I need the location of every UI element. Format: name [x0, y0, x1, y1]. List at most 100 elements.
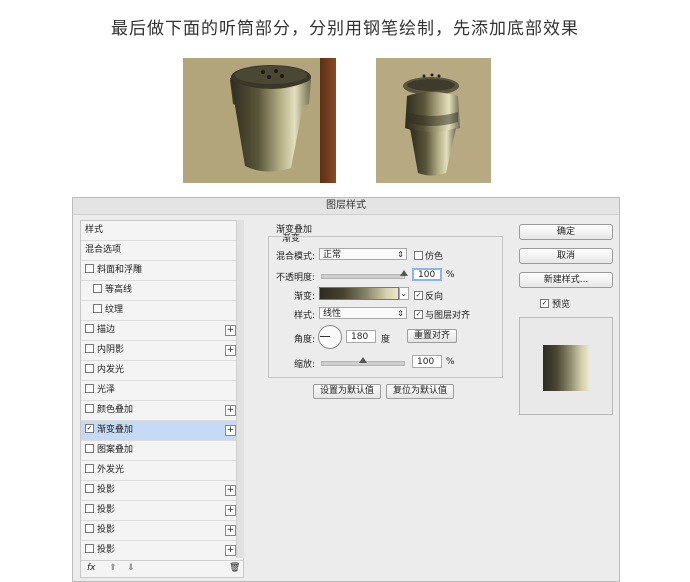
style-list-item[interactable]: 投影 + [81, 541, 243, 561]
style-list-item[interactable]: 颜色叠加 + [81, 401, 243, 421]
move-up-icon[interactable]: ⬆ [109, 563, 117, 573]
style-list-item[interactable]: 纹理 [81, 301, 243, 321]
gradient-overlay-panel: 渐变叠加 渐变 混合模式: 正常 ⇕ 仿色 不透明度: 100 % 渐变: ⌄ … [268, 219, 508, 379]
trash-icon[interactable]: 🗑 [229, 563, 240, 573]
gradient-swatch[interactable] [319, 287, 399, 300]
style-list-item[interactable]: 图案叠加 [81, 441, 243, 461]
scale-slider[interactable] [321, 357, 405, 366]
fx-icon[interactable]: fx [87, 563, 96, 573]
add-effect-icon[interactable]: + [225, 505, 236, 516]
add-effect-icon[interactable]: + [225, 345, 236, 356]
style-checkbox[interactable] [85, 484, 94, 493]
ok-button[interactable]: 确定 [519, 224, 613, 240]
align-with-layer-checkbox[interactable]: ✓ 与图层对齐 [414, 308, 470, 321]
gradient-label: 渐变: [293, 292, 315, 302]
style-list-item[interactable]: 内阴影 + [81, 341, 243, 361]
style-checkbox[interactable] [85, 324, 94, 333]
style-list-item[interactable]: 斜面和浮雕 [81, 261, 243, 281]
add-effect-icon[interactable]: + [225, 525, 236, 536]
style-checkbox[interactable] [93, 304, 102, 313]
align-label: 与图层对齐 [425, 311, 471, 321]
style-list-item[interactable]: 样式 [81, 221, 243, 241]
style-checkbox[interactable] [93, 284, 102, 293]
scale-label: 缩放: [293, 360, 315, 370]
opacity-input[interactable]: 100 [412, 268, 442, 281]
style-list-item[interactable]: 混合选项 [81, 241, 243, 261]
style-list-label: 纹理 [105, 305, 124, 315]
reset-alignment-button[interactable]: 重置对齐 [407, 329, 457, 343]
angle-dial-hand [320, 336, 330, 337]
style-select[interactable]: 线性 ⇕ [319, 307, 407, 319]
reset-default-button[interactable]: 复位为默认值 [386, 384, 454, 399]
align-box[interactable]: ✓ [414, 310, 423, 319]
opacity-label: 不透明度: [275, 273, 315, 283]
style-list-label: 外发光 [97, 465, 125, 475]
scale-slider-knob[interactable] [359, 357, 367, 363]
opacity-slider-knob[interactable] [400, 270, 408, 276]
style-checkbox[interactable] [85, 504, 94, 513]
add-effect-icon[interactable]: + [225, 325, 236, 336]
blend-mode-select[interactable]: 正常 ⇕ [319, 248, 407, 260]
style-list-item[interactable]: 内发光 [81, 361, 243, 381]
style-checkbox[interactable] [85, 524, 94, 533]
style-checkbox[interactable] [85, 404, 94, 413]
style-checkbox[interactable] [85, 384, 94, 393]
angle-label: 角度: [293, 335, 315, 345]
scale-input[interactable]: 100 [412, 355, 442, 368]
style-list-item[interactable]: ✓ 渐变叠加 + [81, 421, 243, 441]
style-checkbox[interactable] [85, 544, 94, 553]
style-list-label: 渐变叠加 [97, 425, 134, 435]
dither-checkbox[interactable]: 仿色 [414, 249, 443, 262]
angle-input[interactable]: 180 [346, 330, 376, 343]
style-list-scrollbar[interactable] [236, 220, 244, 558]
style-checkbox[interactable] [85, 444, 94, 453]
style-value: 线性 [323, 309, 342, 319]
style-list-label: 投影 [97, 525, 116, 535]
earpiece-render-image-1 [183, 58, 336, 183]
style-list-label: 内阴影 [97, 345, 125, 355]
updown-arrow-icon: ⇕ [397, 309, 404, 318]
angle-dial[interactable] [318, 325, 342, 349]
style-checkbox[interactable] [85, 464, 94, 473]
reverse-label: 反向 [425, 292, 444, 302]
style-list-label: 投影 [97, 545, 116, 555]
style-preview [519, 317, 613, 415]
add-effect-icon[interactable]: + [225, 425, 236, 436]
add-effect-icon[interactable]: + [225, 545, 236, 556]
updown-arrow-icon: ⇕ [397, 250, 404, 259]
add-effect-icon[interactable]: + [225, 405, 236, 416]
style-checkbox[interactable] [85, 264, 94, 273]
new-style-button[interactable]: 新建样式... [519, 272, 613, 288]
style-list-label: 混合选项 [85, 245, 122, 255]
style-checkbox[interactable] [85, 344, 94, 353]
blend-mode-label: 混合模式: [275, 252, 315, 262]
dither-box[interactable] [414, 251, 423, 260]
scale-unit: % [446, 357, 455, 367]
style-list-item[interactable]: 外发光 [81, 461, 243, 481]
style-list-footer: fx ⬆ ⬇ 🗑 [81, 560, 243, 577]
cancel-button[interactable]: 取消 [519, 248, 613, 264]
opacity-slider[interactable] [321, 270, 408, 279]
style-list-item[interactable]: 光泽 [81, 381, 243, 401]
style-list-item[interactable]: 描边 + [81, 321, 243, 341]
layer-style-dialog: 图层样式 样式 混合选项 斜面和浮雕 等高线 纹理 描边 + 内阴影 + 内发光 光泽 颜色叠加 + ✓ 渐… [72, 197, 620, 582]
style-list-label: 描边 [97, 325, 116, 335]
style-list-item[interactable]: 投影 + [81, 501, 243, 521]
move-down-icon[interactable]: ⬇ [127, 563, 135, 573]
reverse-box[interactable]: ✓ [414, 291, 423, 300]
preview-label: 预览 [552, 300, 571, 310]
style-checkbox[interactable]: ✓ [85, 424, 94, 433]
preview-checkbox[interactable]: ✓ 预览 [540, 297, 570, 310]
reverse-checkbox[interactable]: ✓ 反向 [414, 289, 443, 302]
add-effect-icon[interactable]: + [225, 485, 236, 496]
style-list-label: 光泽 [97, 385, 116, 395]
gradient-picker-dropdown[interactable]: ⌄ [399, 287, 409, 300]
style-list-item[interactable]: 投影 + [81, 521, 243, 541]
preview-box[interactable]: ✓ [540, 299, 549, 308]
preview-swatch [543, 345, 589, 391]
make-default-button[interactable]: 设置为默认值 [313, 384, 381, 399]
style-list-item[interactable]: 投影 + [81, 481, 243, 501]
style-list-label: 内发光 [97, 365, 125, 375]
style-list-item[interactable]: 等高线 [81, 281, 243, 301]
style-checkbox[interactable] [85, 364, 94, 373]
